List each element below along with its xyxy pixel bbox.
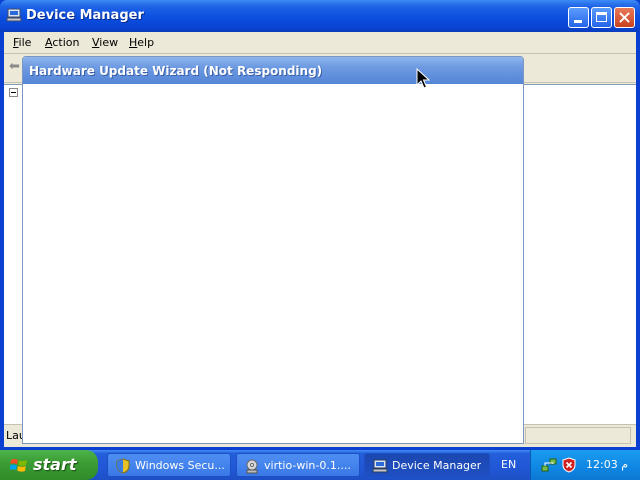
menu-view[interactable]: View [92,36,118,49]
wizard-title: Hardware Update Wizard (Not Responding) [29,64,323,78]
taskbar-button-label: Windows Secu... [135,459,225,472]
taskbar-button-label: Device Manager [392,459,482,472]
taskbar: start Windows Secu... virtio-win-0.1....… [0,450,640,480]
wizard-titlebar[interactable]: Hardware Update Wizard (Not Responding) [23,57,523,84]
close-button[interactable] [614,7,635,28]
language-indicator[interactable]: EN [501,458,516,471]
mouse-cursor-icon [416,68,430,89]
close-icon [619,12,630,23]
shield-icon [116,458,130,474]
menu-help[interactable]: Help [129,36,154,49]
wizard-body [25,85,521,441]
device-manager-titlebar[interactable]: Device Manager [0,0,640,32]
start-label: start [33,455,77,474]
maximize-button[interactable] [591,7,612,28]
device-manager-title: Device Manager [26,8,144,23]
taskbar-button-label: virtio-win-0.1.... [264,459,351,472]
computer-icon [6,8,22,22]
network-icon[interactable] [541,457,557,473]
back-arrow-icon[interactable]: ⬅ [9,59,20,74]
clock[interactable]: 12:03 م [586,458,628,471]
taskbar-button-windows-security[interactable]: Windows Secu... [107,453,231,477]
windows-flag-icon [10,459,27,472]
hardware-update-wizard-window: Hardware Update Wizard (Not Responding) [22,56,524,444]
system-tray: 12:03 م [530,450,640,480]
minimize-button[interactable] [568,7,589,28]
menu-file[interactable]: File [13,36,31,49]
cd-drive-icon [246,459,258,474]
minimize-icon [574,20,582,23]
security-alert-icon[interactable] [561,457,577,473]
taskbar-button-device-manager[interactable]: Device Manager [364,453,490,477]
collapse-icon[interactable] [9,88,18,97]
maximize-icon [596,12,607,22]
menu-action[interactable]: Action [45,36,79,49]
status-panel [525,427,631,444]
menu-bar: File Action View Help [4,32,636,54]
taskbar-button-virtio-win[interactable]: virtio-win-0.1.... [236,453,360,477]
computer-icon [372,459,388,473]
start-button[interactable]: start [0,450,98,480]
